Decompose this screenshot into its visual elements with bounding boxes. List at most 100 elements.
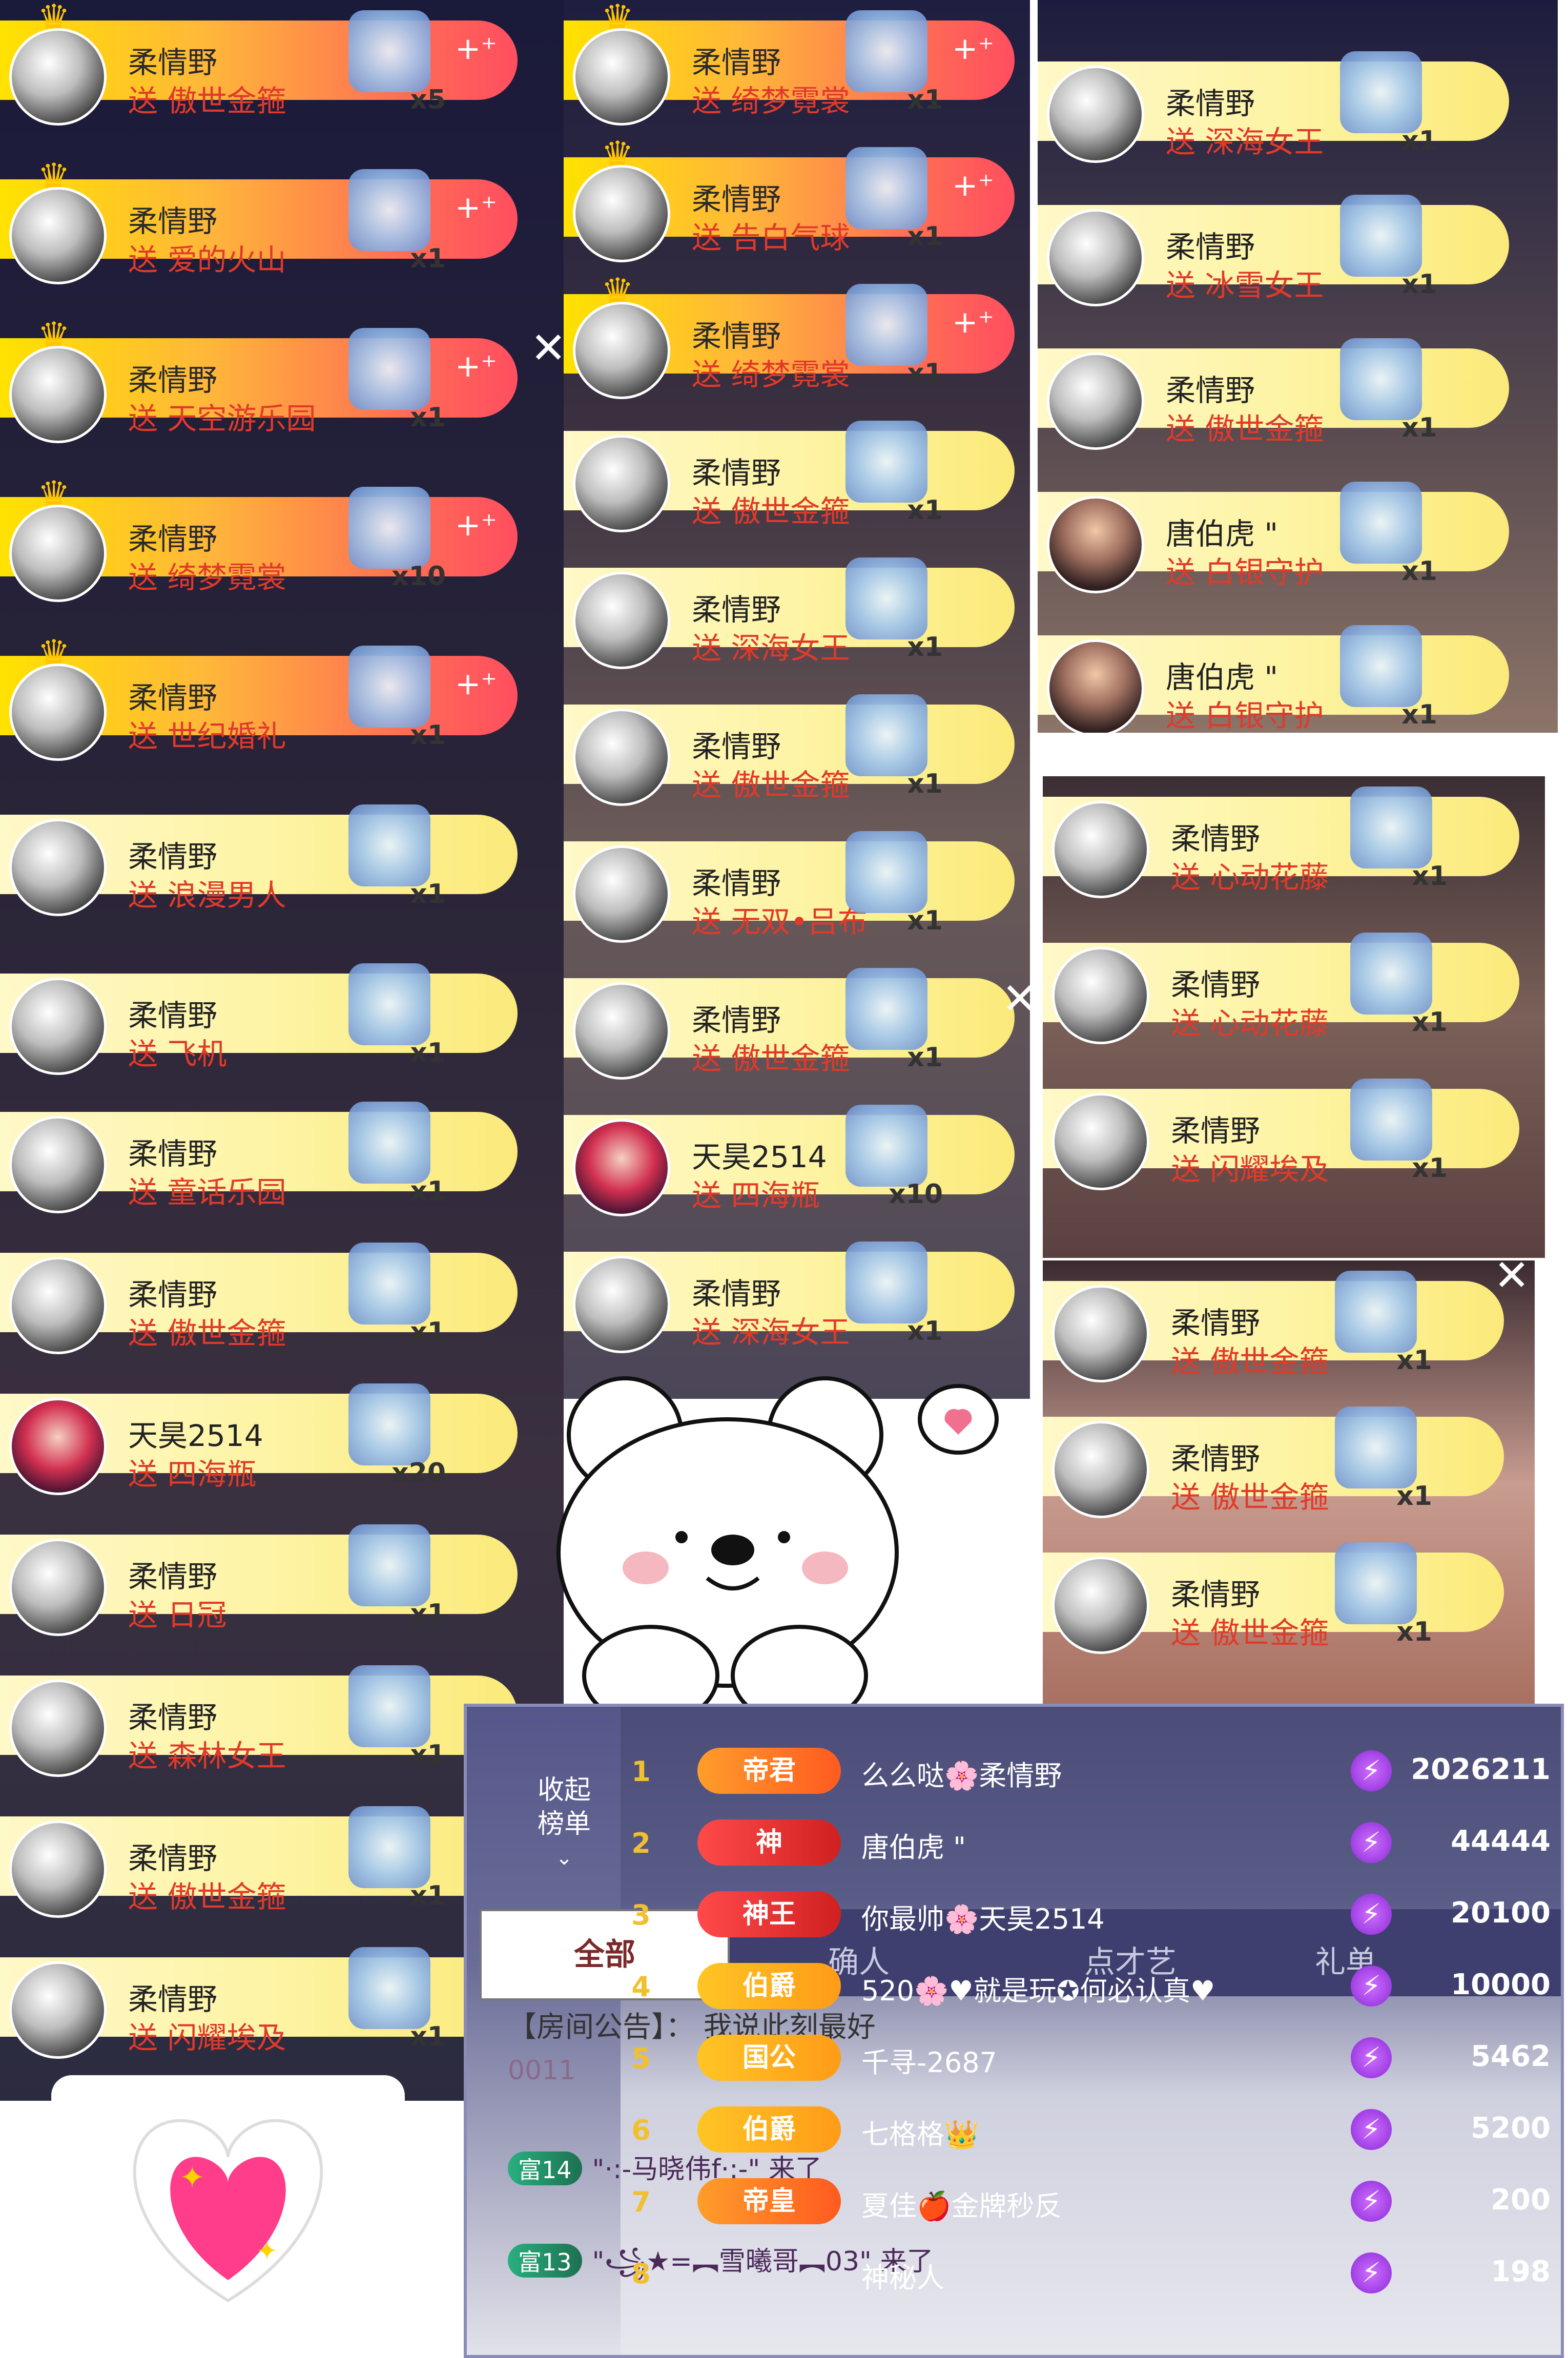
gift-line: 送 傲世金箍 [1166, 405, 1324, 448]
gift-count: x1 [410, 1880, 446, 1911]
gift-notification: 柔情野送 深海女王 x1 [564, 547, 1015, 669]
verb-label: 送 [692, 220, 722, 255]
verb-label: 送 [128, 1598, 158, 1632]
avatar [9, 1257, 107, 1354]
rank-score: 200 [1491, 2183, 1551, 2217]
gift-icon [1335, 1542, 1417, 1624]
gift-icon [348, 804, 430, 886]
avatar [1052, 1285, 1149, 1382]
avatar [573, 435, 670, 532]
gift-feed-column-3: 柔情野送 深海女王 x1 柔情野送 冰雪女王 x1 柔情野送 傲世金箍 x1 唐伯虎 " 送 … [1038, 0, 1558, 733]
gift-name: 闪耀埃及 [1210, 1152, 1329, 1187]
svg-text:✦: ✦ [256, 2236, 278, 2266]
sparkle-icon: +⁺ [455, 31, 497, 67]
gift-line: 送 心动花藤 [1171, 853, 1329, 896]
rank-row[interactable]: 7 帝皇 夏佳🍎金牌秒反 ⚡ 200 [621, 2168, 1561, 2240]
gift-line: 送 傲世金箍 [128, 77, 286, 120]
gift-line: 送 白银守护 [1166, 692, 1324, 733]
heart-icon: ✦ ✦ [133, 2119, 323, 2303]
gift-notification: ♛ 柔情野送 告白气球 x1 +⁺ [564, 136, 1015, 262]
gift-feed-column-2: ♛ 柔情野送 绮梦霓裳 x1 +⁺ ♛ 柔情野送 告白气球 x1 +⁺ ♛ 柔情野送 绮梦霓裳 x1… [564, 0, 1030, 1399]
verb-label: 送 [128, 1879, 158, 1914]
gift-line: 送 傲世金箍 [1171, 1337, 1329, 1380]
sender-name: 柔情野 [1166, 373, 1255, 408]
gift-count: x1 [410, 1038, 446, 1068]
rank-score: 44444 [1451, 1825, 1551, 1858]
gift-notification: ♛ 柔情野送 绮梦霓裳 x10 +⁺ [0, 476, 518, 602]
gift-count: x1 [1401, 126, 1437, 156]
rank-row[interactable]: 4 伯爵 520🌸♥就是玩✪何必认真♥ ⚡ 10000 [621, 1953, 1561, 2024]
gift-icon [348, 1102, 430, 1184]
gift-name: 浪漫男人 [167, 878, 286, 913]
rank-score: 10000 [1451, 1968, 1551, 2001]
rank-row[interactable]: 8 神秘人 ⚡ 198 [621, 2240, 1561, 2311]
gift-line: 送 绮梦霓裳 [692, 77, 850, 120]
rank-number: 7 [631, 2186, 651, 2218]
gift-count: x1 [410, 1176, 446, 1207]
gift-count: x1 [410, 402, 446, 433]
lightning-icon: ⚡ [1351, 1894, 1392, 1935]
verb-label: 送 [128, 401, 158, 436]
verb-label: 送 [692, 631, 722, 666]
chevron-down-icon: ⌄ [555, 1846, 573, 1870]
heart-sticker-card: ✦ ✦ [51, 2075, 405, 2331]
collapse-board-button[interactable]: 收起 榜单 ⌄ [533, 1773, 595, 1875]
gift-notification: 柔情野送 傲世金箍 x1 [0, 1232, 518, 1354]
title-badge: 帝皇 [697, 2178, 841, 2224]
lightning-icon: ⚡ [1351, 2037, 1392, 2078]
sender-name: 柔情野 [692, 729, 781, 764]
gift-line: 送 飞机 [128, 1030, 226, 1073]
close-icon[interactable]: ✕ [1494, 1250, 1530, 1300]
gift-name: 傲世金箍 [1210, 1344, 1329, 1379]
gift-notification: 柔情野送 日冠 x1 [0, 1514, 518, 1636]
rank-number: 2 [631, 1827, 651, 1859]
verb-label: 送 [128, 84, 158, 118]
verb-label: 送 [1171, 860, 1201, 895]
title-badge: 神王 [697, 1891, 841, 1937]
close-icon[interactable]: ✕ [530, 323, 566, 373]
avatar [1047, 66, 1144, 163]
gift-icon [348, 1383, 430, 1465]
gift-name: 绮梦霓裳 [731, 357, 850, 392]
title-badge: 伯爵 [697, 2106, 841, 2153]
gift-notification: 柔情野送 森林女王 x1 [0, 1655, 518, 1777]
avatar [9, 346, 107, 443]
verb-label: 送 [1171, 1480, 1201, 1515]
avatar [573, 845, 670, 943]
rank-user-name: 520🌸♥就是玩✪何必认真♥ [861, 1975, 1215, 2007]
avatar [9, 1539, 107, 1636]
lightning-icon: ⚡ [1351, 2109, 1392, 2150]
rank-row[interactable]: 2 神唐伯虎 " ⚡ 44444 [621, 1809, 1561, 1881]
gift-icon [348, 1524, 430, 1606]
rank-row[interactable]: 5 国公 千寻-2687 ⚡ 5462 [621, 2024, 1561, 2096]
verb-label: 送 [692, 1315, 722, 1350]
gift-notification: 柔情野送 深海女王 x1 [564, 1231, 1015, 1353]
gift-count: x1 [1412, 1007, 1448, 1038]
gift-name: 傲世金箍 [167, 84, 286, 118]
lightning-icon: ⚡ [1351, 1966, 1392, 2007]
rank-row[interactable]: 1 帝君 么么哒🌸柔情野 ⚡ 2026211 [621, 1738, 1561, 1809]
gift-name: 傲世金箍 [1210, 1616, 1329, 1650]
avatar [9, 1680, 107, 1777]
avatar [1047, 353, 1144, 450]
gift-icon [1340, 482, 1422, 564]
avatar [9, 1116, 107, 1213]
gift-name: 深海女王 [731, 1315, 850, 1350]
gift-notification: 柔情野送 傲世金箍 x1 [564, 410, 1015, 532]
rank-row[interactable]: 3 神王 你最帅🌸天昊2514 ⚡ 20100 [621, 1881, 1561, 1953]
rank-user-name: 七格格👑 [861, 2118, 979, 2150]
gift-count: x1 [1401, 699, 1437, 730]
verb-label: 送 [128, 878, 158, 913]
close-icon[interactable]: ✕ [1002, 974, 1038, 1024]
gift-line: 送 傲世金箍 [692, 1035, 850, 1078]
sender-name: 柔情野 [692, 456, 781, 490]
gift-name: 深海女王 [731, 631, 850, 666]
gift-name: 飞机 [167, 1037, 227, 1071]
gift-line: 送 四海瓶 [692, 1171, 820, 1214]
wealth-badge: 富13 [508, 2244, 582, 2278]
rank-row[interactable]: 6 伯爵 七格格👑 ⚡ 5200 [621, 2096, 1561, 2168]
sender-name: 柔情野 [692, 45, 781, 80]
sender-name: 柔情野 [128, 680, 218, 715]
avatar [9, 187, 107, 284]
gift-name: 绮梦霓裳 [167, 560, 286, 595]
